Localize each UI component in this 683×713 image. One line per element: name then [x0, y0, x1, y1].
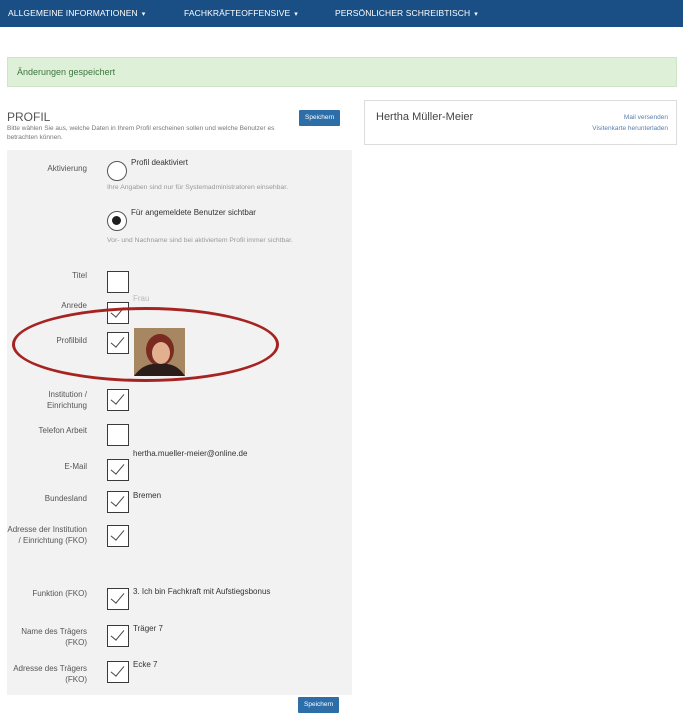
field-label-adresse: Adresse der Institution / Einrichtung (F… [7, 525, 87, 545]
field-label-titel: Titel [72, 271, 87, 280]
radio-label-deactivated: Profil deaktiviert [131, 158, 188, 167]
checkbox-institution[interactable] [107, 389, 129, 411]
profile-photo-image [134, 328, 185, 376]
profile-description: Bitte wählen Sie aus, welche Daten in Ih… [7, 125, 275, 141]
checkbox-profilbild[interactable] [107, 332, 129, 354]
nav-item-label: PERSÖNLICHER SCHREIBTISCH [335, 8, 471, 18]
save-button-top[interactable]: Speichern [299, 110, 341, 126]
checkbox-bundesland[interactable] [107, 491, 129, 513]
profile-settings-panel [7, 150, 352, 695]
profile-photo [134, 328, 185, 376]
field-label-email: E-Mail [64, 462, 87, 471]
top-navigation: ALLGEMEINE INFORMATIONEN ▾ FACHKRÄFTEOFFE… [0, 0, 683, 27]
radio-profile-deactivated[interactable] [107, 161, 127, 181]
field-value-funktion: 3. Ich bin Fachkraft mit Aufstiegsbonus [133, 587, 271, 596]
field-label-anrede: Anrede [61, 301, 87, 310]
chevron-down-icon: ▾ [474, 11, 478, 18]
send-mail-link[interactable]: Mail versenden [624, 114, 668, 121]
field-value-bundesland: Bremen [133, 491, 162, 500]
checkbox-anrede[interactable] [107, 302, 129, 324]
checkbox-traeger-name[interactable] [107, 625, 129, 647]
nav-item-allgemeine-informationen[interactable]: ALLGEMEINE INFORMATIONEN ▾ [8, 8, 145, 18]
chevron-down-icon: ▾ [141, 11, 146, 18]
nav-item-fachkraefteoffensive[interactable]: FACHKRÄFTEOFFENSIVE ▾ [184, 8, 298, 18]
help-text-visible: Vor- und Nachname sind bei aktiviertem P… [107, 237, 293, 244]
field-label-institution: Institution / Einrichtung [46, 390, 87, 410]
nav-item-label: ALLGEMEINE INFORMATIONEN [8, 8, 138, 18]
field-value-traeger-adresse: Ecke 7 [133, 660, 158, 669]
success-alert: Änderungen gespeichert [7, 57, 677, 87]
alert-text: Änderungen gespeichert [17, 67, 116, 77]
activation-label: Aktivierung [47, 164, 87, 173]
checkbox-titel[interactable] [107, 271, 129, 293]
profile-card: Hertha Müller-Meier Mail versenden Visit… [364, 100, 677, 145]
field-label-traeger-name: Name des Trägers (FKO) [21, 627, 87, 647]
field-value-anrede: Frau [133, 294, 150, 303]
help-text-deactivated: Ihre Angaben sind nur für Systemadminist… [107, 184, 288, 191]
profile-title: PROFIL [7, 110, 51, 124]
checkbox-traeger-adresse[interactable] [107, 661, 129, 683]
field-label-profilbild: Profilbild [56, 336, 87, 345]
radio-visible-to-users[interactable] [107, 211, 127, 231]
radio-label-visible: Für angemeldete Benutzer sichtbar [131, 208, 256, 217]
nav-item-label: FACHKRÄFTEOFFENSIVE [184, 8, 291, 18]
field-label-funktion: Funktion (FKO) [32, 589, 87, 598]
download-vcard-link[interactable]: Visitenkarte herunterladen [592, 125, 668, 132]
field-label-traeger-adresse: Adresse des Trägers (FKO) [13, 664, 87, 684]
checkbox-adresse[interactable] [107, 525, 129, 547]
field-label-telefon: Telefon Arbeit [38, 426, 87, 435]
field-value-email: hertha.mueller-meier@online.de [133, 449, 248, 458]
checkbox-telefon[interactable] [107, 424, 129, 446]
checkbox-email[interactable] [107, 459, 129, 481]
checkbox-funktion[interactable] [107, 588, 129, 610]
field-value-traeger-name: Träger 7 [133, 624, 163, 633]
chevron-down-icon: ▾ [294, 11, 298, 18]
profile-card-name: Hertha Müller-Meier [376, 111, 474, 123]
nav-item-persoenlicher-schreibtisch[interactable]: PERSÖNLICHER SCHREIBTISCH ▾ [335, 8, 478, 18]
field-label-bundesland: Bundesland [44, 494, 87, 503]
